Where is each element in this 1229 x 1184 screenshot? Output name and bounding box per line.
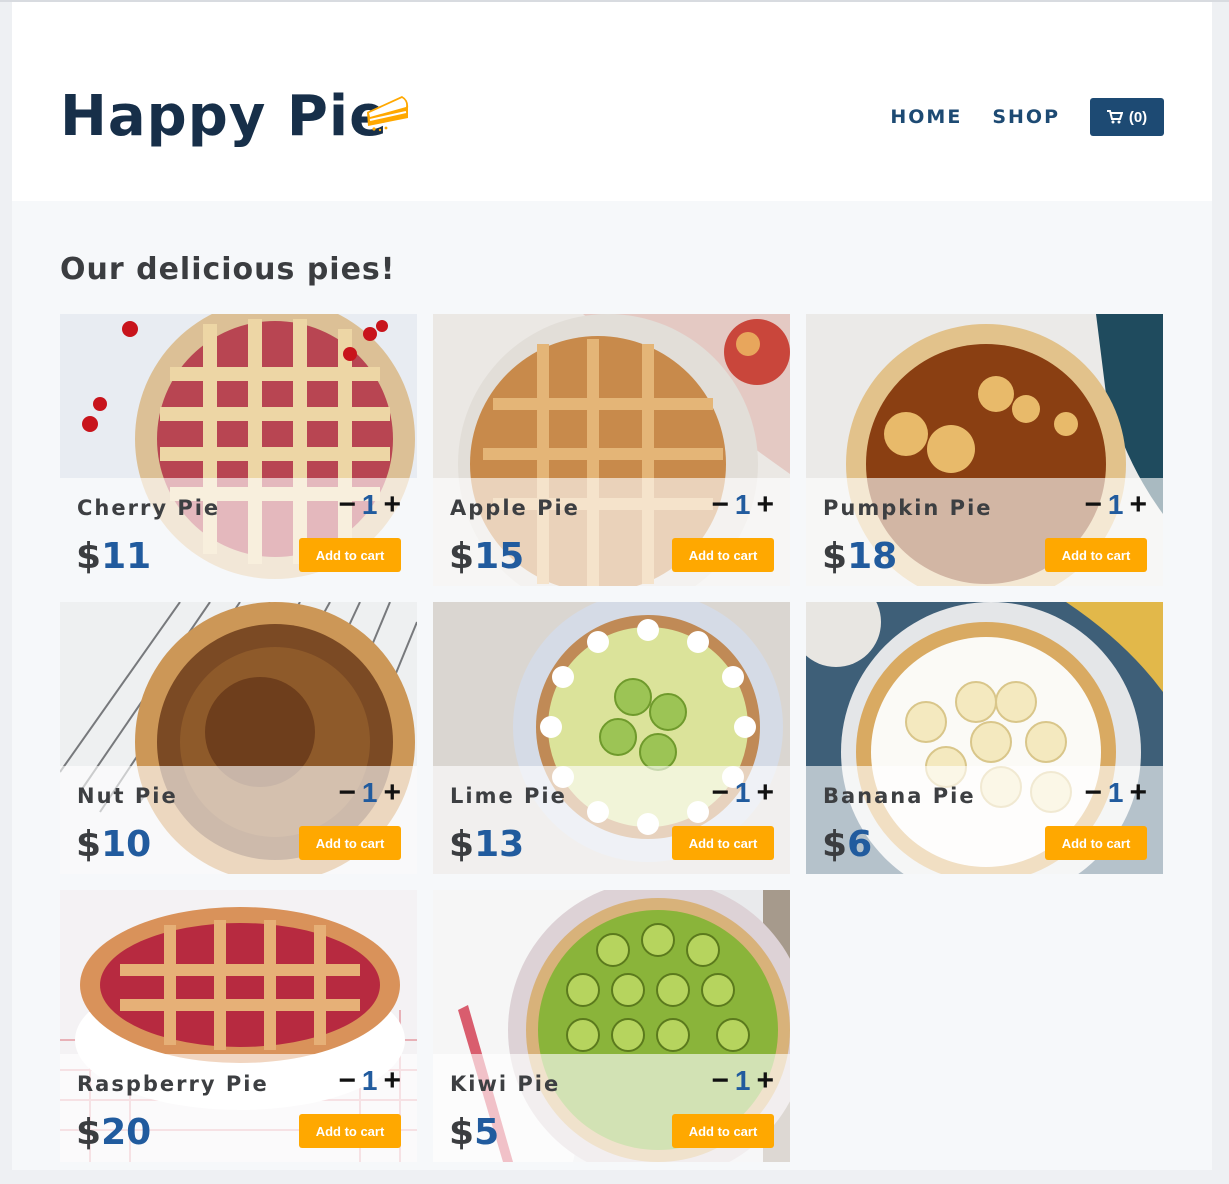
quantity-stepper: − 1 + — [711, 488, 774, 522]
product-price: $11 — [76, 536, 151, 578]
decrease-button[interactable]: − — [1084, 488, 1102, 522]
site-header: Happy Pie HOME SHOP (0) — [12, 2, 1212, 201]
price-amount: 15 — [474, 536, 525, 577]
price-currency: $ — [449, 536, 475, 577]
quantity-stepper: − 1 + — [338, 1064, 401, 1098]
add-to-cart-button[interactable]: Add to cart — [672, 826, 774, 860]
product-card: Kiwi Pie − 1 + $5 Add to cart — [433, 890, 790, 1162]
product-card: Raspberry Pie − 1 + $20 Add to cart — [60, 890, 417, 1162]
add-to-cart-button[interactable]: Add to cart — [1045, 826, 1147, 860]
quantity-stepper: − 1 + — [1084, 776, 1147, 810]
price-currency: $ — [449, 1112, 475, 1153]
increase-button[interactable]: + — [1129, 488, 1147, 522]
product-price: $5 — [449, 1112, 499, 1154]
price-currency: $ — [76, 824, 102, 865]
product-card: Banana Pie − 1 + $6 Add to cart — [806, 602, 1163, 874]
cart-icon — [1106, 110, 1123, 124]
increase-button[interactable]: + — [756, 488, 774, 522]
product-card: Cherry Pie − 1 + $11 Add to cart — [60, 314, 417, 586]
decrease-button[interactable]: − — [711, 488, 729, 522]
increase-button[interactable]: + — [383, 776, 401, 810]
product-price: $10 — [76, 824, 151, 866]
quantity-stepper: − 1 + — [711, 776, 774, 810]
product-card: Pumpkin Pie − 1 + $18 Add to cart — [806, 314, 1163, 586]
cart-button[interactable]: (0) — [1090, 98, 1164, 136]
nav-home-link[interactable]: HOME — [890, 106, 962, 128]
price-amount: 13 — [474, 824, 525, 865]
section-title: Our delicious pies! — [60, 252, 396, 287]
quantity-stepper: − 1 + — [711, 1064, 774, 1098]
cart-count: (0) — [1128, 108, 1148, 126]
quantity-stepper: − 1 + — [1084, 488, 1147, 522]
increase-button[interactable]: + — [1129, 776, 1147, 810]
price-currency: $ — [449, 824, 475, 865]
price-amount: 18 — [847, 536, 898, 577]
quantity-value: 1 — [361, 777, 378, 808]
add-to-cart-button[interactable]: Add to cart — [299, 1114, 401, 1148]
add-to-cart-button[interactable]: Add to cart — [299, 538, 401, 572]
add-to-cart-button[interactable]: Add to cart — [1045, 538, 1147, 572]
quantity-stepper: − 1 + — [338, 776, 401, 810]
price-currency: $ — [76, 1112, 102, 1153]
price-currency: $ — [822, 824, 848, 865]
quantity-value: 1 — [361, 1065, 378, 1096]
product-price: $20 — [76, 1112, 151, 1154]
product-name: Lime Pie — [450, 784, 567, 808]
product-price: $13 — [449, 824, 524, 866]
product-grid: Cherry Pie − 1 + $11 Add to cart Apple P… — [60, 314, 1164, 1162]
page: Happy Pie HOME SHOP (0) Our delicious pi… — [12, 2, 1212, 1170]
price-amount: 10 — [101, 824, 152, 865]
price-amount: 6 — [847, 824, 873, 865]
price-amount: 20 — [101, 1112, 152, 1153]
product-name: Nut Pie — [77, 784, 178, 808]
increase-button[interactable]: + — [756, 1064, 774, 1098]
product-price: $18 — [822, 536, 897, 578]
decrease-button[interactable]: − — [711, 776, 729, 810]
quantity-value: 1 — [734, 777, 751, 808]
price-amount: 5 — [474, 1112, 500, 1153]
quantity-stepper: − 1 + — [338, 488, 401, 522]
product-card: Apple Pie − 1 + $15 Add to cart — [433, 314, 790, 586]
decrease-button[interactable]: − — [338, 488, 356, 522]
add-to-cart-button[interactable]: Add to cart — [672, 538, 774, 572]
increase-button[interactable]: + — [383, 1064, 401, 1098]
add-to-cart-button[interactable]: Add to cart — [672, 1114, 774, 1148]
product-name: Banana Pie — [823, 784, 976, 808]
product-card: Lime Pie − 1 + $13 Add to cart — [433, 602, 790, 874]
product-name: Cherry Pie — [77, 496, 221, 520]
pie-slice-icon — [367, 96, 409, 132]
increase-button[interactable]: + — [383, 488, 401, 522]
decrease-button[interactable]: − — [338, 1064, 356, 1098]
main-nav: HOME SHOP (0) — [890, 98, 1164, 136]
nav-shop-link[interactable]: SHOP — [992, 106, 1060, 128]
quantity-value: 1 — [361, 489, 378, 520]
price-currency: $ — [76, 536, 102, 577]
product-name: Apple Pie — [450, 496, 580, 520]
product-card: Nut Pie − 1 + $10 Add to cart — [60, 602, 417, 874]
quantity-value: 1 — [734, 489, 751, 520]
product-name: Kiwi Pie — [450, 1072, 561, 1096]
decrease-button[interactable]: − — [1084, 776, 1102, 810]
add-to-cart-button[interactable]: Add to cart — [299, 826, 401, 860]
product-name: Pumpkin Pie — [823, 496, 993, 520]
decrease-button[interactable]: − — [711, 1064, 729, 1098]
product-name: Raspberry Pie — [77, 1072, 269, 1096]
quantity-value: 1 — [734, 1065, 751, 1096]
price-currency: $ — [822, 536, 848, 577]
price-amount: 11 — [101, 536, 152, 577]
logo-text[interactable]: Happy Pie — [60, 86, 388, 148]
quantity-value: 1 — [1107, 777, 1124, 808]
product-price: $6 — [822, 824, 872, 866]
increase-button[interactable]: + — [756, 776, 774, 810]
decrease-button[interactable]: − — [338, 776, 356, 810]
quantity-value: 1 — [1107, 489, 1124, 520]
product-price: $15 — [449, 536, 524, 578]
